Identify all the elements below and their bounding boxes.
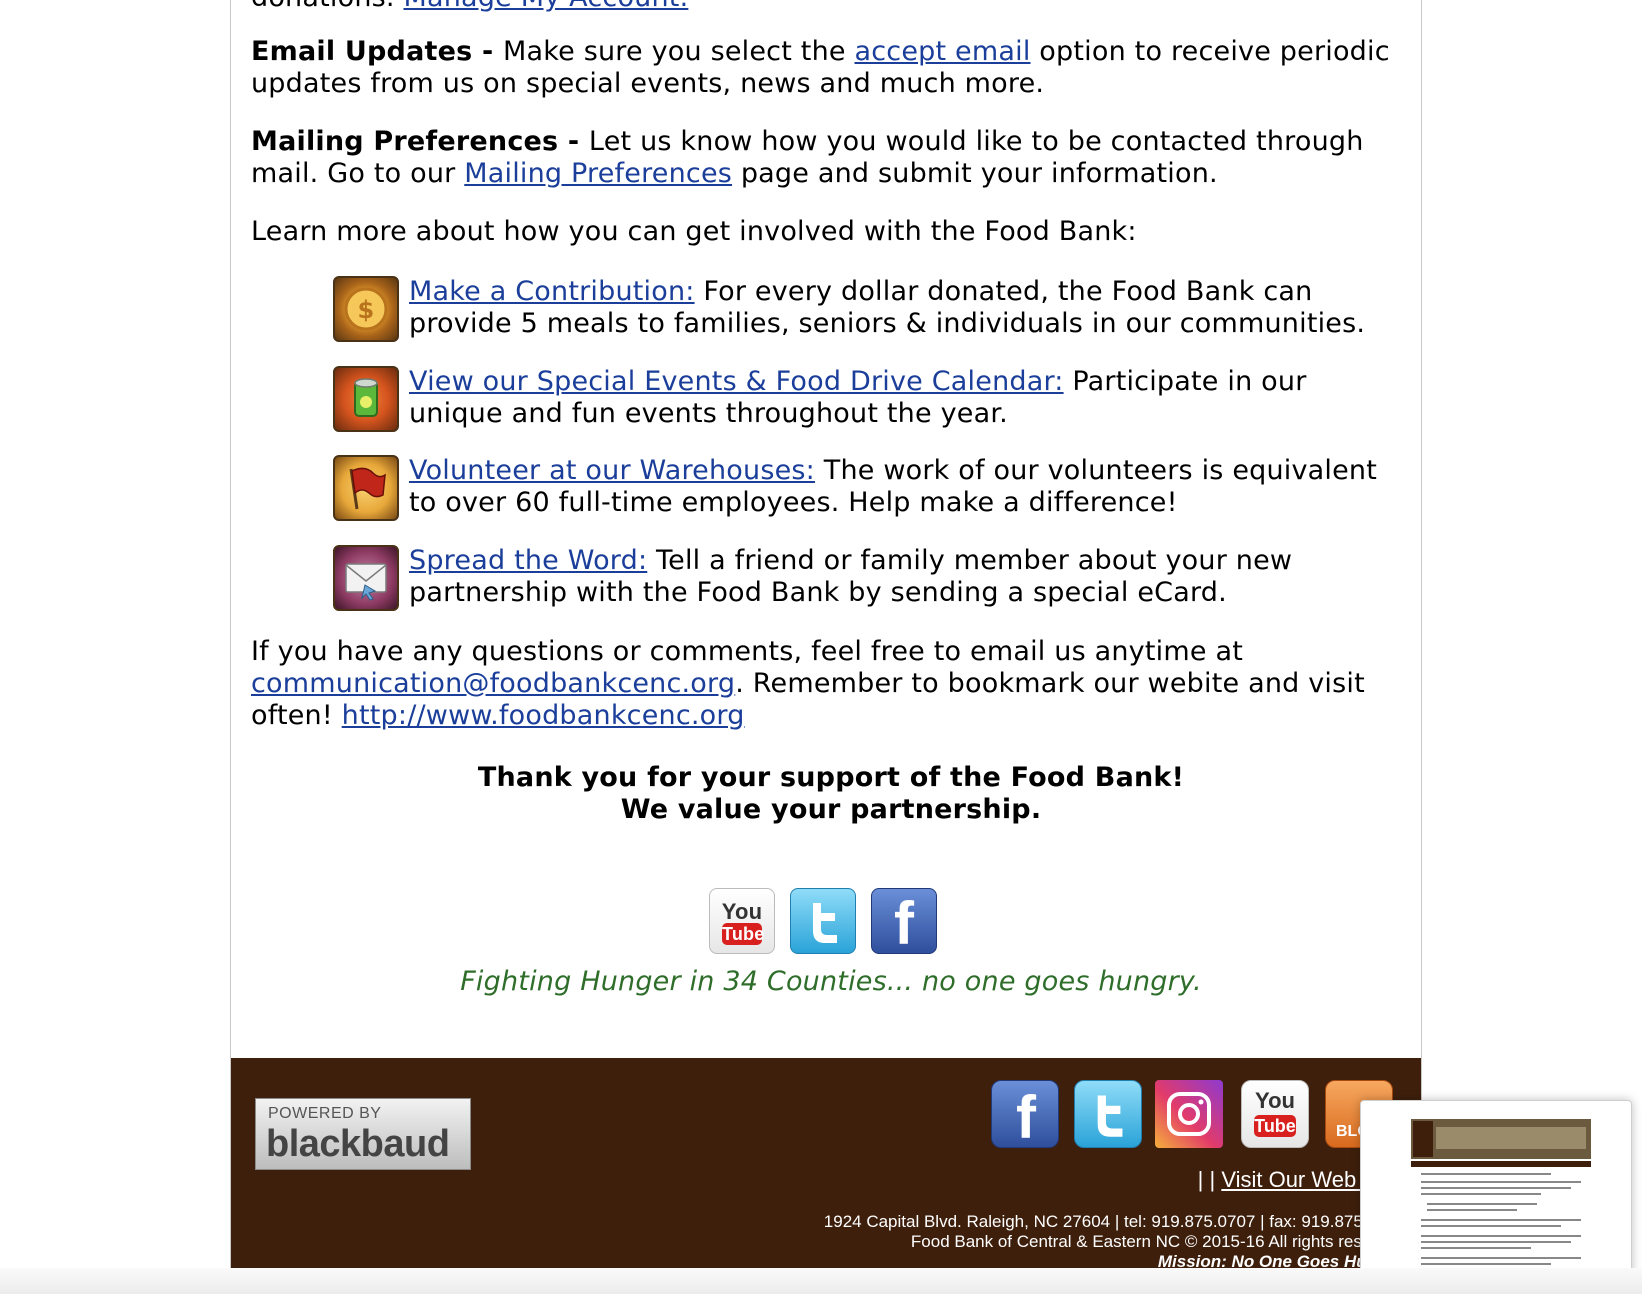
mailing-preferences-text-post: page and submit your information. (732, 158, 1218, 189)
manage-account-link[interactable]: Manage My Account. (403, 0, 688, 13)
tagline: Fighting Hunger in 34 Counties... no one… (460, 966, 1202, 997)
youtube-icon[interactable]: You Tube (1241, 1080, 1309, 1148)
screenshot-thumbnail[interactable] (1360, 1100, 1632, 1278)
spread-word-text: Spread the Word: Tell a friend or family… (409, 545, 1399, 609)
footer-youtube-bottom-label: Tube (1254, 1115, 1296, 1137)
youtube-icon[interactable]: You Tube (709, 888, 775, 954)
can-icon[interactable] (333, 366, 399, 432)
website-link[interactable]: http://www.foodbankcenc.org (342, 700, 745, 731)
volunteer-link[interactable]: Volunteer at our Warehouses: (409, 455, 815, 486)
footer-youtube-top-label: You (1255, 1088, 1295, 1113)
window-bottom-edge (0, 1268, 1642, 1294)
make-contribution-link[interactable]: Make a Contribution: (409, 276, 695, 307)
facebook-icon-letter: f (894, 890, 915, 957)
email-updates-text-pre: Make sure you select the (503, 36, 855, 67)
footer-facebook-letter: f (1016, 1084, 1036, 1151)
facebook-icon[interactable]: f (871, 888, 937, 957)
mailing-preferences-link[interactable]: Mailing Preferences (464, 158, 732, 189)
mailing-preferences-paragraph: Mailing Preferences - Let us know how yo… (251, 126, 1411, 190)
manage-account-prefix: donations. (251, 0, 403, 13)
footer-link-separator: | | (1197, 1167, 1216, 1192)
contact-email-link[interactable]: communication@foodbankcenc.org (251, 668, 735, 699)
footer-rights: Food Bank of Central & Eastern NC © 2015… (910, 1232, 1377, 1251)
footer-links: | | Visit Our Web S (1198, 1167, 1377, 1193)
events-calendar-link[interactable]: View our Special Events & Food Drive Cal… (409, 366, 1064, 397)
manage-account-line: donations. Manage My Account. (251, 0, 1411, 14)
blackbaud-label: blackbaud (266, 1123, 450, 1165)
volunteer-text: Volunteer at our Warehouses: The work of… (409, 455, 1399, 519)
mailing-preferences-label: Mailing Preferences - (251, 126, 589, 157)
contribution-text: Make a Contribution: For every dollar do… (409, 276, 1399, 340)
footer-address: 1924 Capital Blvd. Raleigh, NC 27604 | t… (823, 1212, 1377, 1231)
youtube-icon-bottom-label: Tube (722, 923, 765, 945)
learn-more-text: Learn more about how you can get involve… (251, 216, 1137, 247)
questions-text-pre: If you have any questions or comments, f… (251, 636, 1243, 667)
accept-email-link[interactable]: accept email (855, 36, 1031, 67)
coin-icon[interactable]: $ (333, 276, 399, 342)
thanks-line-2: We value your partnership. (620, 794, 1042, 825)
thanks-line-1: Thank you for your support of the Food B… (477, 762, 1185, 793)
envelope-icon[interactable] (333, 545, 399, 611)
blackbaud-badge[interactable]: POWERED BY blackbaud (255, 1098, 471, 1170)
svg-text:$: $ (358, 296, 375, 324)
facebook-icon[interactable]: f (991, 1080, 1059, 1151)
instagram-icon[interactable] (1155, 1080, 1223, 1148)
events-text: View our Special Events & Food Drive Cal… (409, 366, 1399, 430)
flag-icon[interactable] (333, 455, 399, 521)
footer: POWERED BY blackbaud f You Tube BLO | | … (231, 1058, 1421, 1294)
visit-website-link[interactable]: Visit Our Web S (1221, 1167, 1377, 1192)
email-updates-label: Email Updates - (251, 36, 504, 67)
spread-word-link[interactable]: Spread the Word: (409, 545, 647, 576)
twitter-icon[interactable] (790, 888, 856, 954)
email-updates-paragraph: Email Updates - Make sure you select the… (251, 36, 1411, 100)
questions-paragraph: If you have any questions or comments, f… (251, 636, 1411, 732)
powered-by-label: POWERED BY (268, 1105, 382, 1122)
twitter-icon[interactable] (1074, 1080, 1142, 1148)
footer-address-block: 1924 Capital Blvd. Raleigh, NC 27604 | t… (824, 1212, 1377, 1272)
email-body-frame: donations. Manage My Account. Email Upda… (230, 0, 1422, 1294)
